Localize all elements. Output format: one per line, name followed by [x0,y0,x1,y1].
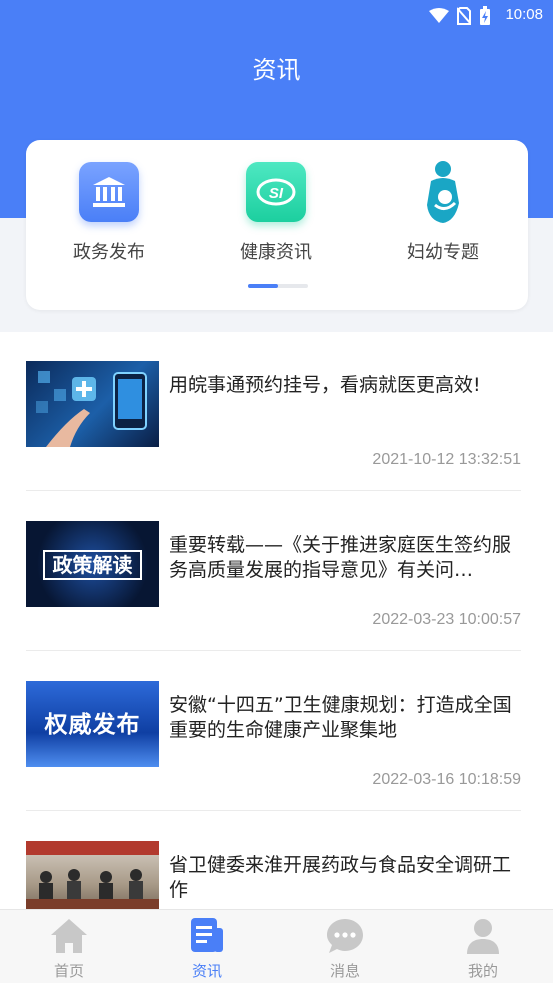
tab-label: 资讯 [191,962,222,980]
tab-label: 我的 [467,962,498,980]
category-label: 政务发布 [73,242,145,263]
tab-messages[interactable]: 消息 [290,916,400,981]
category-gov-release[interactable]: 政务发布 [44,162,174,264]
thumbnail-caption: 政策解读 [43,550,142,580]
status-time: 10:08 [505,6,543,23]
thumbnail-caption: 权威发布 [44,712,141,738]
category-card: 政务发布 SI 健康资讯 妇幼专题 [26,140,528,310]
news-thumbnail: 政策解读 [26,521,159,607]
status-icons [429,6,491,26]
divider [26,810,521,811]
news-time: 2021-10-12 13:32:51 [372,451,521,468]
tab-label: 首页 [53,962,84,980]
page-title: 资讯 [252,56,301,84]
news-item[interactable]: 政策解读 重要转载——《关于推进家庭医生签约服务高质量发展的指导意见》有关问… … [26,492,521,651]
news-item[interactable]: 权威发布 安徽“十四五”卫生健康规划：打造成全国重要的生命健康产业聚集地 202… [26,652,521,811]
tab-news[interactable]: 资讯 [152,916,262,981]
divider [26,490,521,491]
status-bar: 10:08 [0,0,553,32]
news-title: 重要转载——《关于推进家庭医生签约服务高质量发展的指导意见》有关问… [169,534,512,581]
news-thumbnail [26,361,159,447]
social-security-icon: SI [246,162,306,222]
svg-text:SI: SI [269,185,284,202]
profile-icon [463,916,503,956]
news-thumbnail [26,841,159,909]
mother-baby-icon [413,161,473,223]
category-maternal-child[interactable]: 妇幼专题 [378,161,508,264]
category-label: 健康资讯 [240,242,312,263]
news-title: 用皖事通预约挂号，看病就医更高效! [169,374,481,396]
news-title: 安徽“十四五”卫生健康规划：打造成全国重要的生命健康产业聚集地 [169,694,512,741]
category-label: 妇幼专题 [407,242,479,263]
news-time: 2022-03-23 10:00:57 [372,611,521,628]
divider [26,650,521,651]
news-time: 2022-03-16 10:18:59 [372,771,521,788]
battery-charging-icon [480,6,490,25]
news-title: 省卫健委来淮开展药政与食品安全调研工作 [169,854,512,901]
tab-bar: 首页 资讯 消息 我的 [0,909,553,983]
news-item[interactable]: 用皖事通预约挂号，看病就医更高效! 2021-10-12 13:32:51 [26,332,521,491]
news-list: 用皖事通预约挂号，看病就医更高效! 2021-10-12 13:32:51 政策… [0,332,553,909]
news-item[interactable]: 省卫健委来淮开展药政与食品安全调研工作 [26,812,521,909]
news-thumbnail: 权威发布 [26,681,159,767]
tab-label: 消息 [329,962,360,980]
home-icon [49,916,89,956]
news-icon [187,916,227,956]
carousel-indicator-active [248,284,278,288]
government-building-icon [79,162,139,222]
no-sim-icon [457,7,471,25]
message-icon [325,916,365,956]
tab-profile[interactable]: 我的 [428,916,538,981]
wifi-icon [429,8,449,23]
tab-home[interactable]: 首页 [14,916,124,981]
carousel-indicator [248,284,308,288]
category-health-news[interactable]: SI 健康资讯 [211,162,341,264]
